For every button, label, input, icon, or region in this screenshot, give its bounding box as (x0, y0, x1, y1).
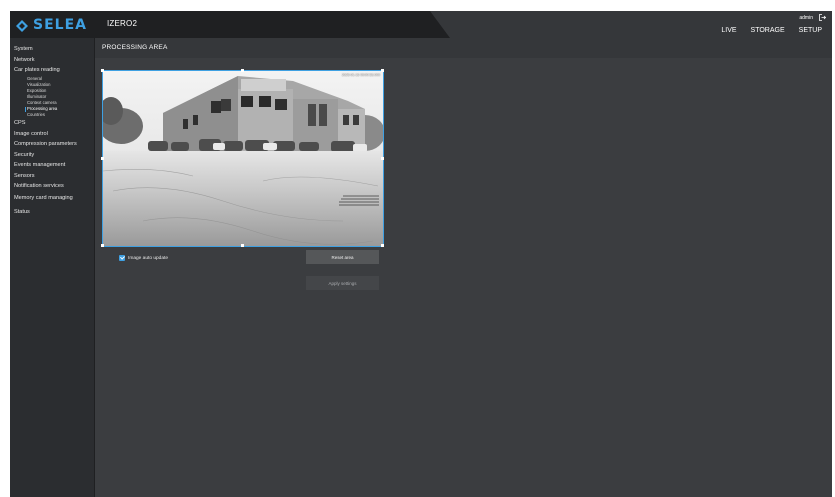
area-handle-bottom-center[interactable] (241, 244, 244, 247)
sidebar: System Network Car plates reading Genera… (10, 38, 95, 497)
camera-scene-image (103, 71, 383, 246)
area-handle-bottom-right[interactable] (381, 244, 384, 247)
auto-update-row: Image auto update (119, 255, 168, 261)
sidebar-item-car-plates[interactable]: Car plates reading (10, 65, 94, 76)
reset-area-button[interactable]: Reset area (306, 250, 379, 264)
brand[interactable]: SELEA (16, 15, 87, 34)
page-title-bar: PROCESSING AREA (95, 38, 832, 58)
sidebar-item-image-control[interactable]: Image control (10, 129, 94, 140)
diamond-logo-icon (16, 19, 28, 32)
sidebar-item-memory-card[interactable]: Memory card managing (10, 192, 94, 205)
sidebar-item-system[interactable]: System (10, 44, 94, 55)
sidebar-item-notification[interactable]: Notification services (10, 181, 94, 192)
auto-update-checkbox[interactable] (119, 255, 125, 261)
logout-icon[interactable] (819, 14, 827, 21)
sidebar-item-security[interactable]: Security (10, 150, 94, 161)
user-area: admin (799, 14, 827, 21)
auto-update-label: Image auto update (128, 255, 169, 261)
top-header: SELEA IZERO2 admin LIVE STORAGE SETUP (10, 11, 832, 38)
camera-preview[interactable]: 2025-01-16 09:00:53.000 (102, 70, 384, 247)
preview-timestamp: 2025-01-16 09:00:53.000 (341, 73, 380, 77)
sidebar-subitem-processing-area[interactable]: Processing area (10, 106, 94, 113)
product-name: IZERO2 (107, 19, 138, 28)
username: admin (799, 14, 813, 21)
area-handle-middle-right[interactable] (381, 157, 384, 160)
area-handle-bottom-left[interactable] (101, 244, 104, 247)
page-title: PROCESSING AREA (102, 44, 168, 51)
sidebar-item-events[interactable]: Events management (10, 160, 94, 171)
sidebar-item-compression[interactable]: Compression parameters (10, 139, 94, 150)
nav-live[interactable]: LIVE (721, 27, 736, 34)
app-window: SELEA IZERO2 admin LIVE STORAGE SETUP Sy… (10, 11, 832, 497)
apply-settings-button[interactable]: Apply settings (306, 276, 379, 290)
sidebar-item-sensors[interactable]: Sensors (10, 171, 94, 182)
main-nav: LIVE STORAGE SETUP (721, 27, 822, 34)
brand-name: SELEA (33, 16, 87, 33)
sidebar-item-status[interactable]: Status (10, 205, 94, 220)
area-handle-top-left[interactable] (101, 69, 104, 72)
nav-setup[interactable]: SETUP (799, 27, 822, 34)
area-handle-top-center[interactable] (241, 69, 244, 72)
nav-storage[interactable]: STORAGE (751, 27, 785, 34)
area-handle-middle-left[interactable] (101, 157, 104, 160)
sidebar-item-network[interactable]: Network (10, 55, 94, 66)
sidebar-item-cps[interactable]: CPS (10, 118, 94, 129)
area-handle-top-right[interactable] (381, 69, 384, 72)
